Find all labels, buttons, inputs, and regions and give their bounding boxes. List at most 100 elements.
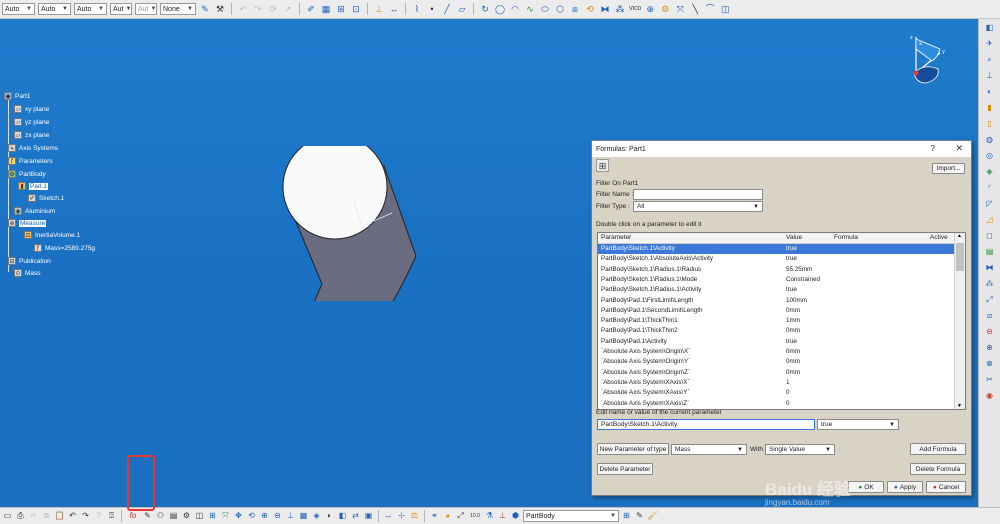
what-is-this-icon[interactable]: ? — [93, 510, 104, 522]
redo-icon[interactable]: ↷ — [80, 510, 91, 522]
fly-icon[interactable]: ✈ — [984, 38, 996, 50]
shaft-tool-icon[interactable]: ◍ — [984, 134, 996, 146]
table-row[interactable]: PartBody\Pad.1\ThickThin1 1mm — [598, 316, 956, 326]
apply-button[interactable]: ● Apply — [887, 481, 923, 493]
tree-node-material[interactable]: ◉ Aluminium — [14, 207, 55, 215]
plane-icon[interactable]: ▱ — [456, 3, 468, 15]
scroll-up-icon[interactable]: ▲ — [957, 233, 962, 239]
circle-icon[interactable]: ◯ — [494, 3, 506, 15]
table-row[interactable]: `Absolute Axis System\Origin\X` 0mm — [598, 347, 956, 357]
point-icon[interactable]: • — [426, 3, 438, 15]
point-type-combo[interactable]: Aut ▼ — [110, 3, 132, 15]
pointer-icon[interactable]: ➚ — [282, 3, 294, 15]
swap-icon[interactable]: ⇄ — [350, 510, 361, 522]
measure-inertia-icon[interactable]: ⚖ — [409, 510, 420, 522]
scale-tool-icon[interactable]: ⤢ — [984, 294, 996, 306]
mirror-tool-icon[interactable]: ⧓ — [984, 262, 996, 274]
table-row[interactable]: PartBody\Sketch.1\Activity true — [598, 244, 956, 254]
scroll-down-icon[interactable]: ▼ — [957, 403, 962, 409]
paint-icon[interactable]: 🖌 — [647, 510, 658, 522]
cube-icon[interactable]: ⧈ — [569, 3, 581, 15]
tree-node-pad[interactable]: ▮ Pad.1 — [18, 182, 48, 190]
normal-view-icon[interactable]: ⊥ — [285, 510, 296, 522]
sketch-icon[interactable]: ✐ — [305, 3, 317, 15]
column-header-active[interactable]: Active — [930, 234, 948, 241]
render-style-combo[interactable]: None ▼ — [160, 3, 196, 15]
measure-between-icon[interactable]: ↔ — [383, 510, 394, 522]
fit-icon[interactable]: ⤧ — [674, 3, 686, 15]
tools-icon[interactable]: ⚙ — [181, 510, 192, 522]
tree-node-publication[interactable]: ⊟ Publication — [8, 257, 51, 265]
with-select[interactable]: Single Value ▼ — [765, 444, 835, 455]
scale-icon[interactable]: 10.0 — [468, 510, 482, 522]
table-row[interactable]: PartBody\Pad.1\FirstLimit\Length 100mm — [598, 296, 956, 306]
snapshot-view-icon[interactable]: ▣ — [363, 510, 374, 522]
snapshot-icon[interactable]: ◫ — [194, 510, 205, 522]
chamfer-tool-icon[interactable]: ◸ — [984, 198, 996, 210]
help-button[interactable]: ? — [931, 144, 935, 153]
parameter-type-select[interactable]: Mass ▼ — [671, 444, 747, 455]
multi-view-icon[interactable]: ▦ — [298, 510, 309, 522]
dimension-icon[interactable]: ↔ — [388, 3, 400, 15]
shading-icon[interactable]: ◐ — [984, 86, 996, 98]
table-scrollbar[interactable]: ▲ ▼ — [954, 233, 965, 409]
mass-icon[interactable]: ⚗ — [484, 510, 495, 522]
tree-node-mass-value[interactable]: ƒ Mass=2589.275g — [34, 244, 95, 252]
tree-node-sketch[interactable]: ✐ Sketch.1 — [28, 194, 64, 202]
table-row[interactable]: `Absolute Axis System\Origin\Z` 0mm — [598, 368, 956, 378]
redo-icon[interactable]: ↷ — [252, 3, 264, 15]
tree-node-axis-systems[interactable]: ↳ Axis Systems — [8, 144, 58, 152]
fillet-tool-icon[interactable]: ◜ — [984, 182, 996, 194]
undo-icon[interactable]: ↶ — [237, 3, 249, 15]
view-icon[interactable]: ◧ — [984, 22, 996, 34]
delete-formula-button[interactable]: Delete Formula — [910, 463, 966, 475]
tree-node-parameters[interactable]: ƒ Parameters — [8, 157, 53, 165]
link-icon[interactable]: ⚭ — [429, 510, 440, 522]
knowledge-icon[interactable]: ✎ — [142, 510, 153, 522]
zoom-in-icon[interactable]: ⊕ — [259, 510, 270, 522]
draft-tool-icon[interactable]: ◿ — [984, 214, 996, 226]
normal-view-icon[interactable]: ⊥ — [984, 70, 996, 82]
scrollbar-thumb[interactable] — [956, 243, 964, 271]
line-type-combo[interactable]: Auto ▼ — [74, 3, 107, 15]
grid-select-icon[interactable]: ⊞ — [207, 510, 218, 522]
new-parameter-button[interactable]: New Parameter of type — [597, 443, 669, 455]
intersect-tool-icon[interactable]: ⊗ — [984, 358, 996, 370]
edit-name-input[interactable]: PartBody\Sketch.1\Activity — [597, 419, 815, 430]
delete-parameter-button[interactable]: Delete Parameter — [597, 463, 653, 475]
table-icon[interactable]: ▤ — [168, 510, 179, 522]
rotate-icon[interactable]: ↻ — [479, 3, 491, 15]
filter-name-input[interactable] — [633, 189, 763, 200]
line-icon[interactable]: ╱ — [441, 3, 453, 15]
line-thickness-combo[interactable]: Auto ▼ — [38, 3, 71, 15]
measure-icon[interactable]: ⊕ — [644, 3, 656, 15]
import-button[interactable]: Import... — [932, 163, 965, 174]
parameter-table[interactable]: Parameter Value Formula Active PartBody\… — [597, 232, 966, 410]
tree-node-yz-plane[interactable]: ▱ yz plane — [14, 118, 49, 126]
axis-line-icon[interactable]: ╲ — [689, 3, 701, 15]
cut-icon[interactable]: ✂ — [28, 510, 39, 522]
constraint-icon[interactable]: ⊥ — [497, 510, 508, 522]
ellipse-icon[interactable]: ⬭ — [539, 3, 551, 15]
surface-icon[interactable]: ◫ — [719, 3, 731, 15]
measure-item-icon[interactable]: ⊹ — [396, 510, 407, 522]
plane-orient-icon[interactable]: ⤢ — [455, 510, 466, 522]
edit-value-select[interactable]: true ▼ — [817, 419, 899, 430]
apply-material-icon[interactable]: ◕ — [442, 510, 453, 522]
table-row[interactable]: PartBody\Sketch.1\Radius.1\Radius 55.25mm — [598, 265, 956, 275]
cancel-button[interactable]: ● Cancel — [926, 481, 966, 493]
arc-icon[interactable]: ◠ — [509, 3, 521, 15]
shading-icon[interactable]: ◐ — [324, 510, 335, 522]
transform-icon[interactable]: ⟲ — [584, 3, 596, 15]
pocket-tool-icon[interactable]: ▯ — [984, 118, 996, 130]
thickness-tool-icon[interactable]: ▤ — [984, 246, 996, 258]
inertia-icon[interactable]: ⚙ — [659, 3, 671, 15]
undo-icon[interactable]: ↶ — [67, 510, 78, 522]
construction-icon[interactable]: ⊡ — [350, 3, 362, 15]
column-header-formula[interactable]: Formula — [834, 234, 858, 241]
iso-view-icon[interactable]: ◈ — [311, 510, 322, 522]
mirror-icon[interactable]: ⧓ — [599, 3, 611, 15]
table-row[interactable]: `Absolute Axis System\Origin\Y` 0mm — [598, 357, 956, 367]
paste-icon[interactable]: 📋 — [54, 510, 65, 522]
table-row[interactable]: PartBody\Pad.1\SecondLimit\Length 0mm — [598, 306, 956, 316]
